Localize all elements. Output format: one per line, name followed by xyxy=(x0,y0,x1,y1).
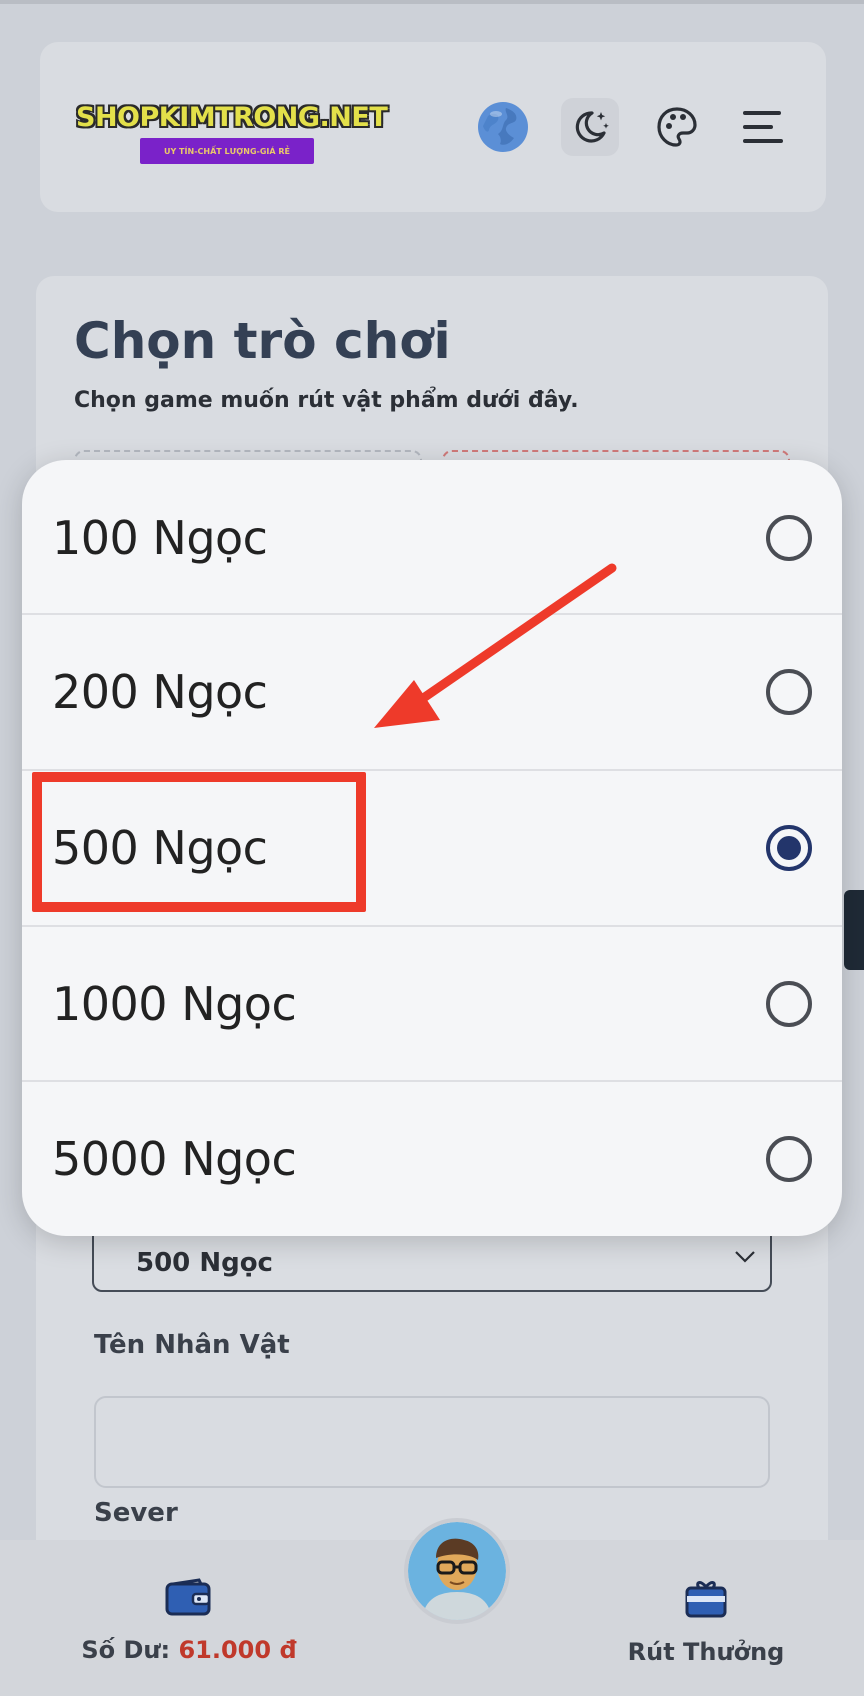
gift-card-icon xyxy=(685,1581,727,1618)
radio-button[interactable] xyxy=(766,1136,812,1182)
side-floating-tab[interactable] xyxy=(844,890,864,970)
nav-balance[interactable]: Số Dư: 61.000 đ xyxy=(81,1578,297,1664)
package-select-value: 500 Ngọc xyxy=(136,1248,273,1278)
logo-tagline: UY TÍN-CHẤT LƯỢNG-GIÁ RẺ xyxy=(140,138,314,164)
dark-mode-toggle[interactable] xyxy=(561,98,619,156)
wallet-icon xyxy=(165,1578,211,1616)
arrow-annotation-icon xyxy=(374,563,617,728)
radio-button-selected[interactable] xyxy=(766,825,812,871)
page-subtitle: Chọn game muốn rút vật phẩm dưới đây. xyxy=(74,388,579,413)
balance-text: Số Dư: 61.000 đ xyxy=(81,1636,296,1664)
radio-button[interactable] xyxy=(766,515,812,561)
moon-icon xyxy=(575,111,609,143)
picker-option-label: 5000 Ngọc xyxy=(52,1132,297,1186)
globe-icon[interactable] xyxy=(474,98,532,156)
character-name-input[interactable] xyxy=(94,1396,770,1488)
menu-icon[interactable] xyxy=(734,98,792,156)
picker-option-label: 200 Ngọc xyxy=(52,665,268,719)
balance-value: 61.000 đ xyxy=(178,1636,297,1664)
radio-button[interactable] xyxy=(766,669,812,715)
avatar[interactable] xyxy=(404,1518,510,1624)
character-name-label: Tên Nhân Vật xyxy=(94,1330,290,1360)
site-header: SHOPKIMTRONG.NET UY TÍN-CHẤT LƯỢNG-GIÁ R… xyxy=(40,42,826,212)
logo-text: SHOPKIMTRONG.NET xyxy=(76,102,388,133)
picker-option-5000[interactable]: 5000 Ngọc xyxy=(22,1080,842,1236)
nav-reward[interactable]: Rút Thưởng xyxy=(626,1578,786,1666)
balance-label: Số Dư: xyxy=(81,1636,171,1664)
reward-label: Rút Thưởng xyxy=(627,1638,785,1666)
page-title: Chọn trò chơi xyxy=(74,312,451,370)
server-label: Sever xyxy=(94,1498,178,1528)
radio-button[interactable] xyxy=(766,981,812,1027)
picker-option-1000[interactable]: 1000 Ngọc xyxy=(22,925,842,1081)
palette-icon[interactable] xyxy=(648,98,706,156)
picker-option-label: 1000 Ngọc xyxy=(52,977,297,1031)
chevron-down-icon xyxy=(735,1251,755,1263)
picker-option-label: 100 Ngọc xyxy=(52,511,268,565)
site-logo[interactable]: SHOPKIMTRONG.NET UY TÍN-CHẤT LƯỢNG-GIÁ R… xyxy=(76,102,388,164)
highlight-box xyxy=(32,772,366,912)
status-strip xyxy=(0,0,864,4)
